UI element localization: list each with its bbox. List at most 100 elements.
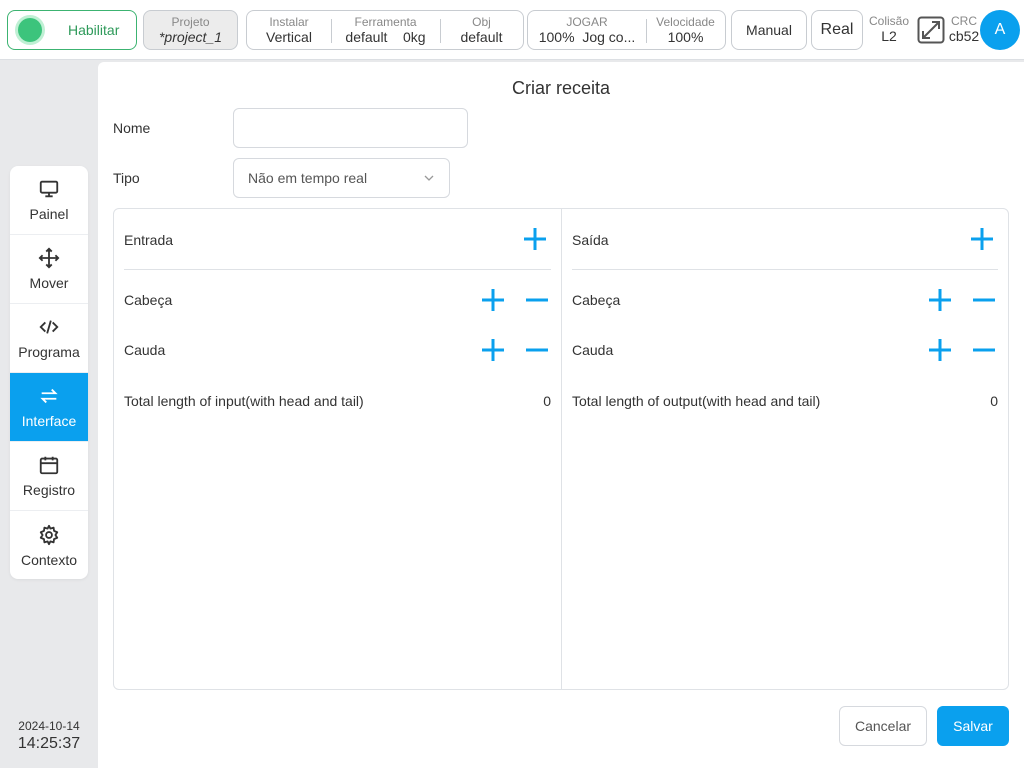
save-button[interactable]: Salvar — [937, 706, 1009, 746]
name-label: Nome — [113, 120, 151, 136]
sidebar-item-mover[interactable]: Mover — [10, 235, 88, 304]
output-total-row: Total length of output(with head and tai… — [572, 393, 998, 409]
real-mode-button[interactable]: Real — [811, 10, 863, 50]
crc-caption: CRC — [951, 14, 977, 28]
tool-weight: 0kg — [403, 29, 426, 45]
monitor-icon — [39, 180, 59, 198]
calendar-icon — [39, 456, 59, 475]
input-head-row: Cabeça — [124, 285, 551, 315]
sidebar-item-label: Registro — [22, 482, 76, 498]
sidebar-item-label: Programa — [18, 344, 80, 360]
enable-button[interactable]: Habilitar — [7, 10, 137, 50]
remove-input-tail-icon[interactable] — [523, 336, 551, 364]
crc-value: cb52 — [948, 28, 980, 44]
add-output-icon[interactable] — [968, 225, 996, 253]
expand-icon[interactable] — [917, 16, 945, 44]
speed-caption: Velocidade — [656, 15, 715, 29]
input-total-label: Total length of input(with head and tail… — [124, 393, 364, 409]
add-input-icon[interactable] — [521, 225, 549, 253]
output-title: Saída — [572, 232, 609, 248]
sidebar-item-label: Mover — [29, 275, 69, 291]
output-header: Saída — [572, 209, 998, 270]
current-time: 14:25:37 — [17, 735, 81, 752]
project-selector[interactable]: Projeto *project_1 — [143, 10, 238, 50]
move-arrows-icon — [38, 247, 60, 269]
project-caption: Projeto — [171, 15, 210, 29]
type-label: Tipo — [113, 170, 140, 186]
collision-caption: Colisão — [868, 14, 910, 28]
cancel-button[interactable]: Cancelar — [839, 706, 927, 746]
remove-output-tail-icon[interactable] — [970, 336, 998, 364]
sidebar-item-painel[interactable]: Painel — [10, 166, 88, 235]
clock: 2024-10-14 14:25:37 — [0, 719, 98, 753]
input-header: Entrada — [124, 209, 551, 270]
output-head-label: Cabeça — [572, 292, 621, 308]
top-bar: Habilitar Projeto *project_1 Instalar Ve… — [0, 0, 1024, 60]
code-icon — [39, 320, 59, 334]
input-total-value: 0 — [543, 393, 551, 409]
current-date: 2024-10-14 — [18, 719, 80, 733]
manual-mode-button[interactable]: Manual — [731, 10, 807, 50]
gear-icon — [39, 524, 59, 545]
install-cell[interactable]: Instalar Vertical — [247, 11, 331, 49]
tool-name: default — [345, 29, 388, 45]
jog-caption: JOGAR — [566, 15, 608, 29]
add-input-head-icon[interactable] — [479, 286, 507, 314]
sidebar-item-label: Painel — [29, 206, 69, 222]
jog-percent: 100% — [538, 29, 575, 45]
jog-cell[interactable]: JOGAR 100% Jog co... — [528, 11, 646, 49]
output-tail-label: Cauda — [572, 342, 614, 358]
enable-status-dot — [18, 18, 42, 42]
chevron-down-icon — [424, 175, 434, 181]
type-select[interactable]: Não em tempo real — [233, 158, 450, 198]
speed-cell[interactable]: Velocidade 100% — [646, 11, 725, 49]
sidebar-item-contexto[interactable]: Contexto — [10, 511, 88, 579]
output-panel: Saída Cabeça Cauda Total length of outpu… — [561, 209, 1008, 689]
obj-caption: Obj — [472, 15, 491, 29]
swap-icon — [40, 388, 58, 404]
page-title: Criar receita — [511, 78, 611, 98]
sidebar-item-label: Contexto — [20, 551, 78, 568]
avatar[interactable]: A — [980, 10, 1020, 50]
tool-value: default 0kg — [331, 29, 440, 45]
tool-cell[interactable]: Ferramenta default 0kg — [331, 11, 440, 49]
speed-value: 100% — [667, 29, 704, 45]
sidebar-item-programa[interactable]: Programa — [10, 304, 88, 373]
input-title: Entrada — [124, 232, 174, 248]
output-tail-row: Cauda — [572, 335, 998, 365]
install-tool-obj-group[interactable]: Instalar Vertical Ferramenta default 0kg… — [246, 10, 524, 50]
tool-caption: Ferramenta — [354, 15, 417, 29]
input-total-row: Total length of input(with head and tail… — [124, 393, 551, 409]
input-head-label: Cabeça — [124, 292, 173, 308]
crc-status: CRC cb52 — [947, 14, 981, 44]
add-output-head-icon[interactable] — [926, 286, 954, 314]
jog-mode: Jog co... — [582, 29, 636, 45]
sidebar-item-interface[interactable]: Interface — [10, 373, 88, 442]
sidebar-nav: Painel Mover Programa Interface Registro… — [10, 166, 88, 579]
jog-value: 100% Jog co... — [528, 29, 646, 45]
install-value: Vertical — [266, 29, 312, 45]
enable-label: Habilitar — [68, 22, 120, 38]
sidebar-item-registro[interactable]: Registro — [10, 442, 88, 511]
obj-cell[interactable]: Obj default — [440, 11, 523, 49]
add-input-tail-icon[interactable] — [479, 336, 507, 364]
output-total-value: 0 — [990, 393, 998, 409]
sidebar-item-label: Interface — [21, 413, 77, 429]
collision-value: L2 — [881, 28, 897, 44]
remove-input-head-icon[interactable] — [523, 286, 551, 314]
add-output-tail-icon[interactable] — [926, 336, 954, 364]
output-head-row: Cabeça — [572, 285, 998, 315]
install-caption: Instalar — [269, 15, 309, 29]
input-tail-label: Cauda — [124, 342, 166, 358]
input-tail-row: Cauda — [124, 335, 551, 365]
jog-speed-group[interactable]: JOGAR 100% Jog co... Velocidade 100% — [527, 10, 726, 50]
name-input[interactable] — [233, 108, 468, 148]
type-selected-value: Não em tempo real — [248, 170, 368, 186]
output-total-label: Total length of output(with head and tai… — [572, 393, 821, 409]
project-name: *project_1 — [158, 29, 223, 45]
collision-status: Colisão L2 — [868, 14, 910, 44]
create-recipe-panel: Criar receita Nome Tipo Não em tempo rea… — [98, 62, 1024, 768]
io-configuration-box: Entrada Cabeça Cauda Total length of inp… — [113, 208, 1009, 690]
remove-output-head-icon[interactable] — [970, 286, 998, 314]
obj-value: default — [460, 29, 503, 45]
